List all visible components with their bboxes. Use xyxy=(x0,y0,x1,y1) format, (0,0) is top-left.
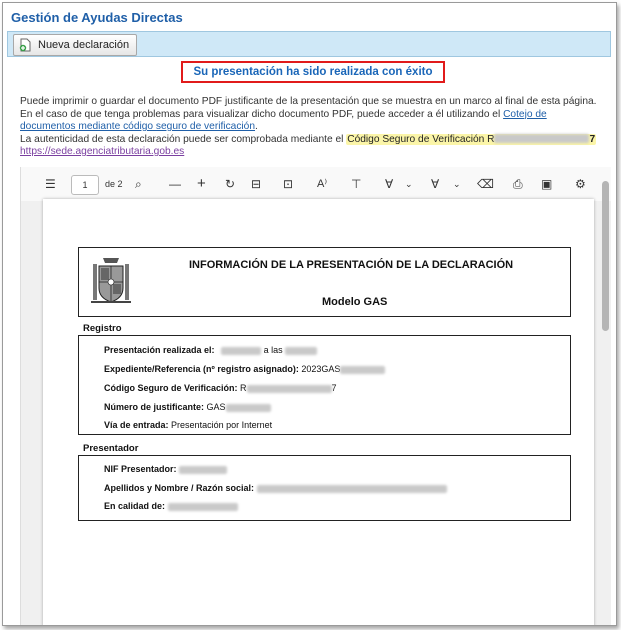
info-line-2: En el caso de que tenga problemas para v… xyxy=(20,108,504,120)
expediente-label: Expediente/Referencia (nº registro asign… xyxy=(104,364,299,374)
info-line-3: La autenticidad de esta declaración pued… xyxy=(20,133,347,145)
new-declaration-label: Nueva declaración xyxy=(38,39,130,51)
page-number-input[interactable]: 1 xyxy=(71,175,99,195)
via-value: Presentación por Internet xyxy=(171,420,273,430)
highlight-icon[interactable]: ∀ xyxy=(431,176,439,192)
redacted-date xyxy=(221,346,262,355)
action-toolbar: Nueva declaración xyxy=(7,31,611,57)
highlight-options-chevron-icon[interactable]: ⌄ xyxy=(453,176,461,192)
pdf-toolbar: ☰ 1 de 2 ⌕ — + ↻ ⊟ ⊡ A⁾ ⊤ ∀ ⌄ ∀ ⌄ ⌫ ⎙ ▣ … xyxy=(21,167,611,201)
info-line-1: Puede imprimir o guardar el documento PD… xyxy=(20,96,597,107)
redacted-nif xyxy=(179,465,228,474)
info-text: Puede imprimir o guardar el documento PD… xyxy=(20,96,605,159)
new-document-icon xyxy=(18,38,32,52)
zoom-in-icon[interactable]: + xyxy=(197,176,206,192)
page-total: de 2 xyxy=(105,179,123,189)
redacted-calidad xyxy=(167,502,238,511)
row-csv: Código Seguro de Verificación: R 7 xyxy=(104,383,337,393)
redacted-justificante xyxy=(225,403,271,412)
viewer-scrollbar[interactable] xyxy=(602,181,609,331)
row-presentacion: Presentación realizada el: a las xyxy=(104,345,318,355)
nif-label: NIF Presentador: xyxy=(104,464,177,474)
presentador-box: NIF Presentador: Apellidos y Nombre / Ra… xyxy=(78,455,571,521)
document-title: INFORMACIÓN DE LA PRESENTACIÓN DE LA DEC… xyxy=(189,259,514,271)
csv-label: Código Seguro de Verificación R xyxy=(347,133,495,145)
redacted-nombre xyxy=(256,484,447,493)
nombre-label: Apellidos y Nombre / Razón social: xyxy=(104,483,255,493)
search-icon[interactable]: ⌕ xyxy=(135,176,142,192)
presentador-section-label: Presentador xyxy=(83,443,139,454)
save-icon[interactable]: ▣ xyxy=(541,176,552,192)
fit-icon[interactable]: ⊟ xyxy=(251,176,261,192)
justificante-label: Número de justificante: xyxy=(104,402,205,412)
redacted-csv xyxy=(494,134,590,144)
info-line-2-end: . xyxy=(255,121,258,132)
registro-section-label: Registro xyxy=(83,323,122,334)
row-nif: NIF Presentador: xyxy=(104,464,228,474)
app-title: Gestión de Ayudas Directas xyxy=(11,10,183,25)
pdf-page: INFORMACIÓN DE LA PRESENTACIÓN DE LA DEC… xyxy=(43,199,594,625)
settings-icon[interactable]: ⚙ xyxy=(575,176,586,192)
presentacion-mid: a las xyxy=(263,345,283,355)
row-via: Vía de entrada: Presentación por Interne… xyxy=(104,420,272,430)
csv-field-label: Código Seguro de Verificación: xyxy=(104,383,238,393)
coat-of-arms-icon xyxy=(91,258,131,303)
registro-box: Presentación realizada el: a las Expedie… xyxy=(78,335,571,435)
success-message: Su presentación ha sido realizada con éx… xyxy=(181,61,445,83)
document-header: INFORMACIÓN DE LA PRESENTACIÓN DE LA DEC… xyxy=(78,247,571,317)
redacted-time xyxy=(285,346,318,355)
redacted-csv-value xyxy=(246,384,332,393)
window-frame: Gestión de Ayudas Directas Nueva declara… xyxy=(2,2,617,626)
erase-icon[interactable]: ⌫ xyxy=(477,176,494,192)
calidad-label: En calidad de: xyxy=(104,501,166,511)
row-nombre: Apellidos y Nombre / Razón social: xyxy=(104,483,447,493)
redacted-expediente xyxy=(340,365,386,374)
read-aloud-icon[interactable]: A⁾ xyxy=(317,176,327,192)
row-justificante: Número de justificante: GAS xyxy=(104,402,271,412)
csv-value-start: R xyxy=(240,383,247,393)
csv-tail: 7 xyxy=(589,133,596,145)
rotate-icon[interactable]: ↻ xyxy=(225,176,235,192)
csv-value-end: 7 xyxy=(331,383,337,393)
expediente-value: 2023GAS xyxy=(301,364,341,374)
document-model: Modelo GAS xyxy=(322,296,388,308)
csv-highlight: Código Seguro de Verificación R 7 xyxy=(346,133,597,145)
zoom-out-icon[interactable]: — xyxy=(169,176,181,192)
row-calidad: En calidad de: xyxy=(104,501,238,511)
justificante-value: GAS xyxy=(206,402,226,412)
view-icon[interactable]: ⊡ xyxy=(283,176,293,192)
via-label: Vía de entrada: xyxy=(104,420,169,430)
print-icon[interactable]: ⎙ xyxy=(513,176,523,192)
presentacion-label: Presentación realizada el: xyxy=(104,345,215,355)
new-declaration-button[interactable]: Nueva declaración xyxy=(13,34,138,56)
text-icon[interactable]: ⊤ xyxy=(351,176,361,192)
draw-icon[interactable]: ∀ xyxy=(385,176,393,192)
draw-options-chevron-icon[interactable]: ⌄ xyxy=(405,176,413,192)
pdf-viewer: ☰ 1 de 2 ⌕ — + ↻ ⊟ ⊡ A⁾ ⊤ ∀ ⌄ ∀ ⌄ ⌫ ⎙ ▣ … xyxy=(20,167,611,625)
sede-link[interactable]: https://sede.agenciatributaria.gob.es xyxy=(20,146,184,157)
row-expediente: Expediente/Referencia (nº registro asign… xyxy=(104,364,386,374)
menu-icon[interactable]: ☰ xyxy=(45,176,56,192)
